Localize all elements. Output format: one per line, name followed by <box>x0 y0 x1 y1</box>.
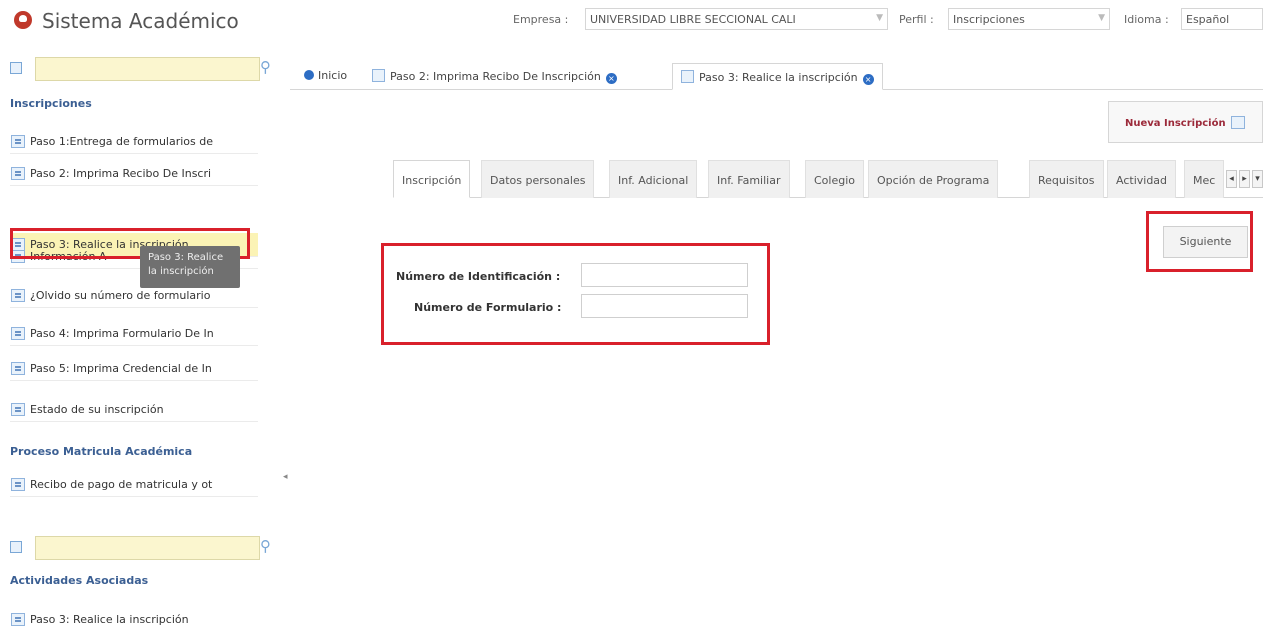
sidebar-item-estado[interactable]: Estado de su inscripción <box>10 398 258 422</box>
university-logo-icon <box>14 11 32 29</box>
tab-opcion-programa[interactable]: Opción de Programa <box>868 160 999 198</box>
chevron-down-icon[interactable]: ▾ <box>1252 170 1263 188</box>
identificacion-field[interactable] <box>581 263 748 287</box>
formulario-field[interactable] <box>581 294 748 318</box>
tab-requisitos[interactable]: Requisitos <box>1029 160 1104 198</box>
tab-mec[interactable]: Mec <box>1184 160 1224 198</box>
identificacion-label: Número de Identificación : <box>396 270 561 283</box>
nueva-inscripcion-label: Nueva Inscripción <box>1125 118 1226 129</box>
sidebar-item-label: Paso 5: Imprima Credencial de In <box>30 362 212 375</box>
highlight-box-siguiente <box>1146 211 1253 272</box>
activity-icon <box>11 613 25 626</box>
search-icon[interactable]: ⚲ <box>260 58 278 80</box>
sidebar-search-input[interactable] <box>35 57 260 81</box>
tab-inf-familiar[interactable]: Inf. Familiar <box>708 160 790 198</box>
form-icon <box>11 135 25 148</box>
chevron-down-icon: ▼ <box>876 13 883 23</box>
tab-inf-adicional[interactable]: Inf. Adicional <box>609 160 698 198</box>
checkbox-icon[interactable] <box>10 62 22 74</box>
empresa-select[interactable]: UNIVERSIDAD LIBRE SECCIONAL CALI ▼ <box>585 8 888 30</box>
sidebar-item-label: Recibo de pago de matricula y ot <box>30 478 213 491</box>
document-icon <box>11 362 25 375</box>
sidebar-item-label: Paso 2: Imprima Recibo De Inscri <box>30 167 212 180</box>
nueva-inscripcion-button[interactable]: Nueva Inscripción <box>1108 101 1263 143</box>
app-header: Sistema Académico Empresa : UNIVERSIDAD … <box>0 0 1263 44</box>
tab-inicio[interactable]: Inicio <box>296 63 355 90</box>
idioma-value: Español <box>1186 13 1230 26</box>
form-icon <box>681 70 694 83</box>
sidebar-item-paso5[interactable]: Paso 5: Imprima Credencial de In <box>10 357 258 381</box>
sidebar-item-paso4[interactable]: Paso 4: Imprima Formulario De In <box>10 322 258 346</box>
tab-datos-personales[interactable]: Datos personales <box>481 160 595 198</box>
tab-label: Inicio <box>318 69 348 82</box>
form-tabs: Inscripción Datos personales Inf. Adicio… <box>393 160 1263 198</box>
sidebar-item-paso1[interactable]: Paso 1:Entrega de formularios de <box>10 130 258 154</box>
app-title: Sistema Académico <box>42 9 239 33</box>
section-actividades: Actividades Asociadas <box>10 574 149 587</box>
tooltip: Paso 3: Realice la inscripción <box>140 246 240 288</box>
sidebar-item-recibo-matricula[interactable]: Recibo de pago de matricula y ot <box>10 473 258 497</box>
document-icon <box>372 69 385 82</box>
document-icon <box>11 167 25 180</box>
section-inscripciones: Inscripciones <box>10 97 92 110</box>
sidebar-item-label: Paso 3: Realice la inscripción <box>30 613 189 626</box>
sidebar-item-label: Paso 4: Imprima Formulario De In <box>30 327 214 340</box>
home-icon <box>304 70 314 80</box>
close-icon[interactable]: × <box>605 73 617 84</box>
actividades-search-row: ⚲ <box>10 536 278 560</box>
scroll-left-icon[interactable]: ◂ <box>1226 170 1237 188</box>
checkbox-icon[interactable] <box>10 541 22 553</box>
perfil-select[interactable]: Inscripciones ▼ <box>948 8 1110 30</box>
chevron-down-icon: ▼ <box>1098 13 1105 23</box>
sidebar: ⚲ Inscripciones Paso 1:Entrega de formul… <box>0 50 280 636</box>
document-icon <box>11 327 25 340</box>
idioma-label: Idioma : <box>1124 13 1169 26</box>
tab-inscripcion[interactable]: Inscripción <box>393 160 471 198</box>
tab-paso3[interactable]: Paso 3: Realice la inscripción × <box>672 63 883 90</box>
document-icon <box>11 478 25 491</box>
form-icon <box>11 403 25 416</box>
perfil-label: Perfil : <box>899 13 934 26</box>
tab-actividad[interactable]: Actividad <box>1107 160 1177 198</box>
close-icon[interactable]: × <box>862 74 874 85</box>
add-form-icon <box>1230 116 1245 129</box>
actividades-search-input[interactable] <box>35 536 260 560</box>
sidebar-item-label: Paso 1:Entrega de formularios de <box>30 135 213 148</box>
tab-label: Paso 2: Imprima Recibo De Inscripción <box>390 70 601 83</box>
sidebar-item-label: Estado de su inscripción <box>30 403 164 416</box>
empresa-label: Empresa : <box>513 13 569 26</box>
page-tabs: Inicio Paso 2: Imprima Recibo De Inscrip… <box>290 60 1263 90</box>
sidebar-search-row: ⚲ <box>10 57 278 81</box>
sidebar-item-actividad-paso3[interactable]: Paso 3: Realice la inscripción <box>10 608 258 632</box>
search-icon[interactable]: ⚲ <box>260 537 278 559</box>
form-icon <box>11 289 25 302</box>
empresa-value: UNIVERSIDAD LIBRE SECCIONAL CALI <box>590 13 796 26</box>
perfil-value: Inscripciones <box>953 13 1025 26</box>
tab-label: Paso 3: Realice la inscripción <box>699 71 858 84</box>
tab-colegio[interactable]: Colegio <box>805 160 865 198</box>
sidebar-item-paso2[interactable]: Paso 2: Imprima Recibo De Inscri <box>10 162 258 186</box>
section-matricula: Proceso Matricula Académica <box>10 445 193 458</box>
sidebar-item-label: ¿Olvido su número de formulario <box>30 289 211 302</box>
idioma-select[interactable]: Español <box>1181 8 1263 30</box>
formulario-label: Número de Formulario : <box>414 301 562 314</box>
tab-paso2[interactable]: Paso 2: Imprima Recibo De Inscripción × <box>364 63 625 90</box>
scroll-right-icon[interactable]: ▸ <box>1239 170 1250 188</box>
collapse-handle-icon[interactable]: ◂ <box>283 472 288 482</box>
